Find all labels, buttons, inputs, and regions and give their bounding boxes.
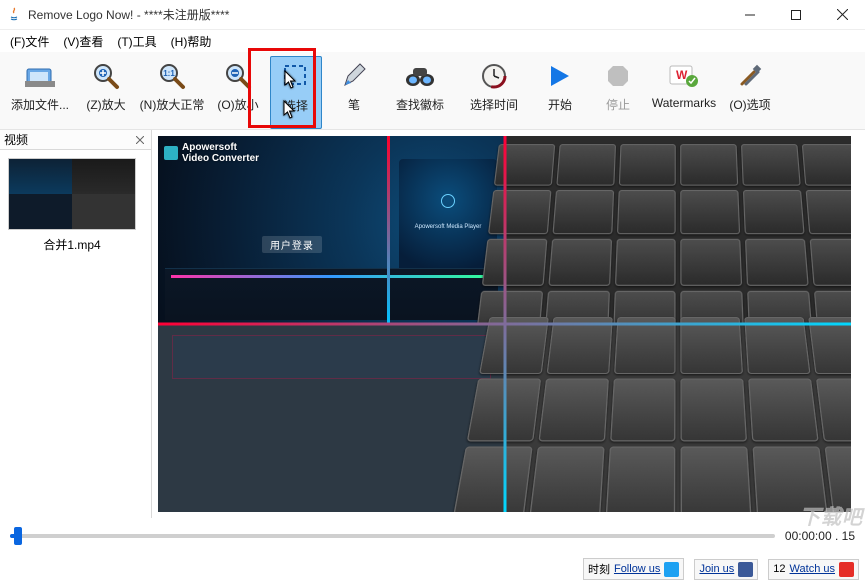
video-preview[interactable]: Apowersoft Video Converter 用户登录 Apowerso… [158,136,851,512]
svg-text:1:1: 1:1 [163,69,175,78]
tool-zoom-normal[interactable]: 1:1 (N)放大正常 [138,56,206,129]
tool-pen[interactable]: 笔 [328,56,380,129]
menu-tools[interactable]: (T)工具 [111,31,162,52]
pen-icon [338,60,370,92]
zoom-normal-icon: 1:1 [156,60,188,92]
sidebar-close-button[interactable] [133,133,147,147]
video-thumbnail[interactable]: 合并1.mp4 [8,158,136,253]
tool-add-file[interactable]: 添加文件... [6,56,74,129]
tool-zoom-in[interactable]: (Z)放大 [80,56,132,129]
timeline: 00:00:00 . 15 [0,518,865,554]
status-watch[interactable]: 12 Watch us [768,559,859,580]
join-link[interactable]: Join us [699,563,734,575]
close-button[interactable] [819,0,865,29]
select-time-label: 选择时间 [470,96,518,113]
window-title: Remove Logo Now! - ****未注册版**** [28,6,727,23]
zoom-in-icon [90,60,122,92]
window-controls [727,0,865,29]
thumbnail-filename: 合并1.mp4 [8,230,136,253]
time-total: 15 [842,529,855,543]
zoom-out-icon [222,60,254,92]
status-label-left: 时刻 [588,561,610,577]
tool-start[interactable]: 开始 [534,56,586,129]
options-label: (O)选项 [729,96,770,113]
timecode: 00:00:00 . 15 [785,529,855,543]
status-follow[interactable]: 时刻 Follow us [583,558,684,580]
sidebar: 视频 合并1.mp4 [0,130,152,518]
zoom-normal-label: (N)放大正常 [140,96,205,113]
tool-stop: 停止 [592,56,644,129]
statusbar: 时刻 Follow us Join us 12 Watch us [0,554,865,584]
clock-icon [478,60,510,92]
watch-number: 12 [773,563,785,575]
titlebar: Remove Logo Now! - ****未注册版**** [0,0,865,30]
zoom-in-label: (Z)放大 [86,96,125,113]
zoom-out-label: (O)放小 [217,96,258,113]
video-quadrant-tr [505,136,852,324]
stop-icon [602,60,634,92]
start-label: 开始 [548,96,572,113]
timeline-track[interactable] [10,534,775,538]
timeline-knob[interactable] [14,527,22,545]
menu-view[interactable]: (V)查看 [57,31,109,52]
menubar: (F)文件 (V)查看 (T)工具 (H)帮助 [0,30,865,52]
sidebar-body: 合并1.mp4 [0,150,151,518]
sidebar-header: 视频 [0,130,151,150]
youtube-icon[interactable] [839,562,854,577]
video-quadrant-br [505,324,852,512]
menu-help[interactable]: (H)帮助 [165,31,218,52]
pen-label: 笔 [348,96,360,113]
status-join[interactable]: Join us [694,559,758,580]
tool-zoom-out[interactable]: (O)放小 [212,56,264,129]
tool-select-time[interactable]: 选择时间 [460,56,528,129]
java-icon [6,7,22,23]
time-current: 00:00:00 [785,529,832,543]
play-icon [544,60,576,92]
options-icon [734,60,766,92]
tool-select[interactable]: 选择 [270,56,322,129]
select-label: 选择 [284,97,308,114]
binoculars-icon [404,60,436,92]
tool-options[interactable]: (O)选项 [724,56,776,129]
minimize-button[interactable] [727,0,773,29]
tool-find-logo[interactable]: 查找徽标 [386,56,454,129]
watermarks-label: Watermarks [652,96,716,110]
watch-link[interactable]: Watch us [790,563,835,575]
thumbnail-image [8,158,136,230]
add-file-label: 添加文件... [11,96,69,113]
overlay-brand-sub: Video Converter [182,153,259,164]
facebook-icon[interactable] [738,562,753,577]
add-file-icon [24,60,56,92]
overlay-center-text: 用户登录 [262,236,322,253]
twitter-icon[interactable] [664,562,679,577]
sidebar-title: 视频 [4,131,133,148]
toolbar: 添加文件... (Z)放大 1:1 (N)放大正常 (O)放小 选择 笔 查找 [0,52,865,130]
stop-label: 停止 [606,96,630,113]
watermarks-icon: W [668,60,700,92]
preview-panel: Apowersoft Video Converter 用户登录 Apowerso… [152,130,865,518]
find-logo-label: 查找徽标 [396,96,444,113]
follow-link[interactable]: Follow us [614,563,660,575]
select-icon [280,61,312,93]
video-quadrant-tl: Apowersoft Video Converter 用户登录 Apowerso… [158,136,505,324]
main-body: 视频 合并1.mp4 Apowersoft Video Converter [0,130,865,518]
tool-watermarks[interactable]: W Watermarks [650,56,718,129]
maximize-button[interactable] [773,0,819,29]
menu-file[interactable]: (F)文件 [4,31,55,52]
overlay-brand: Apowersoft [182,142,259,153]
